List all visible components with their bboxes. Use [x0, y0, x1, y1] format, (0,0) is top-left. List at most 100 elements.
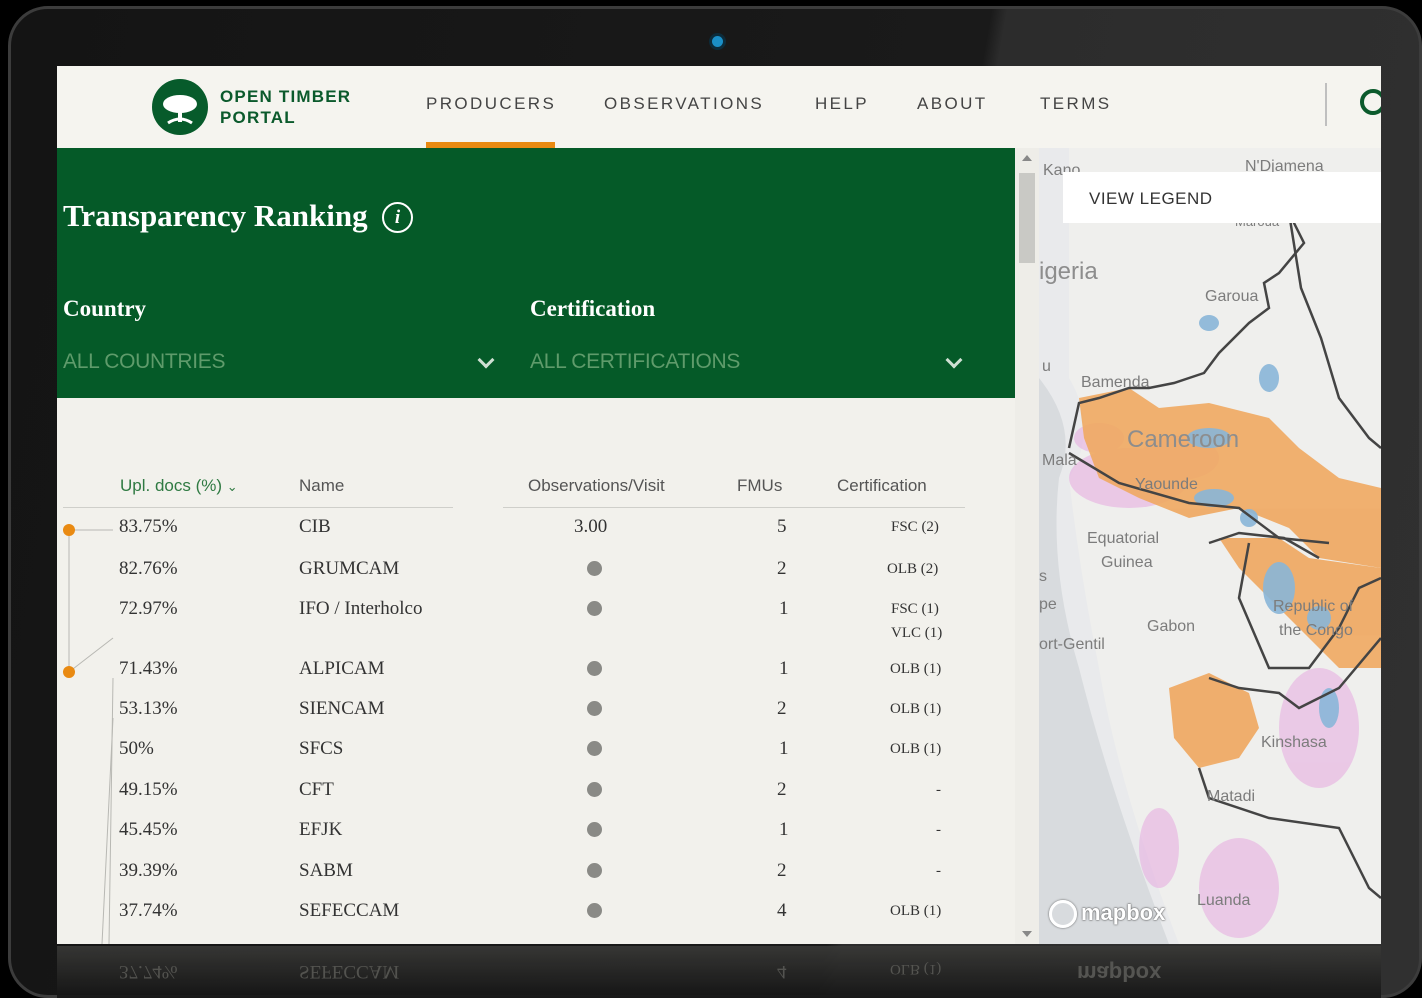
fmus-value: 2: [777, 860, 787, 881]
mapbox-logo-icon: [1049, 900, 1077, 929]
producer-name[interactable]: CIB: [299, 516, 331, 538]
observations-dot-icon: [587, 863, 602, 878]
upl-docs-value: 72.97%: [119, 598, 178, 619]
map-label-guinea: Guinea: [1101, 554, 1153, 571]
producer-name[interactable]: SEFECCAM: [299, 900, 399, 922]
nav-help[interactable]: HELP: [815, 94, 869, 114]
map-label-the-congo: the Congo: [1279, 622, 1353, 639]
country-select[interactable]: ALL COUNTRIES: [63, 350, 226, 374]
upl-docs-value: 71.43%: [119, 658, 178, 679]
tree-logo-icon[interactable]: [152, 79, 208, 135]
table-row[interactable]: 72.97% IFO / Interholco 1 FSC (1) VLC (1…: [57, 598, 1015, 658]
brand-name[interactable]: OPEN TIMBER PORTAL: [220, 86, 351, 128]
table-row[interactable]: 71.43% ALPICAM 1 OLB (1): [57, 658, 1015, 698]
table-row[interactable]: 49.15% CFT 2 -: [57, 779, 1015, 819]
producer-name[interactable]: CFT: [299, 779, 334, 801]
certification-value: OLB (1): [890, 903, 942, 919]
table-row[interactable]: 50% SFCS 1 OLB (1): [57, 738, 1015, 778]
certification-value: -: [936, 863, 941, 879]
producer-name[interactable]: ALPICAM: [299, 658, 385, 680]
reflection-mapbox: mapbox: [1077, 961, 1162, 986]
chevron-down-icon[interactable]: [477, 351, 495, 369]
upl-docs-value: 39.39%: [119, 860, 178, 881]
search-icon[interactable]: [1360, 89, 1381, 115]
map-label-malabo: Mala: [1042, 452, 1077, 469]
screen: OPEN TIMBER PORTAL PRODUCERS OBSERVATION…: [57, 66, 1381, 944]
column-header-name[interactable]: Name: [299, 476, 344, 496]
nav-terms[interactable]: TERMS: [1040, 94, 1112, 114]
map-view[interactable]: Kano N'Djamena Maroua igeria Garoua u Ba…: [1039, 148, 1381, 944]
certification-value: FSC (1): [891, 601, 939, 617]
producer-name[interactable]: SFCS: [299, 738, 343, 760]
map-label-bamenda: Bamenda: [1081, 374, 1150, 391]
nav-producers[interactable]: PRODUCERS: [426, 94, 556, 114]
country-label: Country: [63, 296, 147, 321]
header-divider: [503, 507, 965, 508]
upl-docs-value: 53.13%: [119, 698, 178, 719]
map-label-equatorial: Equatorial: [1087, 530, 1160, 547]
producer-name[interactable]: GRUMCAM: [299, 558, 399, 580]
brand-line-1: OPEN TIMBER: [220, 87, 352, 106]
column-header-observations[interactable]: Observations/Visit: [528, 476, 665, 496]
fmus-value: 2: [777, 698, 787, 719]
upl-docs-value: 45.45%: [119, 819, 178, 840]
producer-name[interactable]: EFJK: [299, 819, 342, 841]
page-title: Transparency Ranking: [63, 198, 368, 233]
table-row[interactable]: 39.39% SABM 2 -: [57, 860, 1015, 900]
map-label-luanda: Luanda: [1197, 892, 1251, 909]
certification-value: -: [936, 782, 941, 798]
column-header-upl-docs[interactable]: Upl. docs (%) ⌄: [120, 476, 238, 496]
fmus-value: 2: [777, 779, 787, 800]
upl-docs-header-label: Upl. docs (%): [120, 476, 223, 495]
table-row[interactable]: 45.45% EFJK 1 -: [57, 819, 1015, 859]
mapbox-logo[interactable]: mapbox: [1049, 900, 1165, 929]
observations-dot-icon: [587, 701, 602, 716]
scrollbar[interactable]: [1015, 148, 1039, 944]
map-label-pe: pe: [1039, 596, 1057, 613]
screen-reflection: 37.74% SEFECCAM 4 OLB (1) mapbox: [57, 946, 1381, 998]
producer-name[interactable]: IFO / Interholco: [299, 598, 422, 620]
column-header-certification[interactable]: Certification: [837, 476, 927, 496]
certification-value: OLB (1): [890, 741, 942, 757]
column-header-fmus[interactable]: FMUs: [737, 476, 782, 496]
fmus-value: 1: [779, 658, 789, 679]
scroll-down-arrow-icon[interactable]: [1022, 931, 1032, 937]
filters-panel: Transparency Ranking i Country ALL COUNT…: [57, 148, 1015, 398]
producer-name[interactable]: SABM: [299, 860, 353, 882]
observations-dot-icon: [587, 822, 602, 837]
map-label-matadi: Matadi: [1207, 788, 1256, 805]
certification-value: OLB (2): [887, 561, 939, 577]
fmus-value: 4: [777, 900, 787, 921]
nav-about[interactable]: ABOUT: [917, 94, 988, 114]
map-label-kinshasa: Kinshasa: [1261, 734, 1327, 751]
reflection-name: SEFECCAM: [299, 961, 400, 982]
observations-dot-icon: [587, 782, 602, 797]
nav-observations[interactable]: OBSERVATIONS: [604, 94, 764, 114]
certification-label: Certification: [530, 296, 656, 321]
map-label-cameroon: Cameroon: [1127, 426, 1240, 453]
view-legend-button[interactable]: VIEW LEGEND: [1063, 172, 1381, 223]
map-label-garoua: Garoua: [1205, 288, 1259, 305]
table-row[interactable]: 37.74% SEFECCAM 4 OLB (1): [57, 900, 1015, 940]
scroll-up-arrow-icon[interactable]: [1022, 155, 1032, 161]
upl-docs-value: 37.74%: [119, 900, 178, 921]
upl-docs-value: 50%: [119, 738, 154, 759]
map-label-yaounde: Yaounde: [1135, 476, 1198, 493]
brand-line-2: PORTAL: [220, 108, 296, 127]
site-header: OPEN TIMBER PORTAL PRODUCERS OBSERVATION…: [57, 66, 1381, 148]
certification-select[interactable]: ALL CERTIFICATIONS: [530, 350, 740, 374]
reflection-upl: 37.74%: [119, 961, 178, 982]
scrollbar-thumb[interactable]: [1019, 173, 1035, 263]
table-row[interactable]: 82.76% GRUMCAM 2 OLB (2): [57, 558, 1015, 598]
table-row[interactable]: 83.75% CIB 3.00 5 FSC (2): [57, 516, 1015, 556]
chevron-down-icon[interactable]: [945, 351, 963, 369]
table-row[interactable]: 53.13% SIENCAM 2 OLB (1): [57, 698, 1015, 738]
upl-docs-value: 49.15%: [119, 779, 178, 800]
fmus-value: 1: [779, 738, 789, 759]
producer-name[interactable]: SIENCAM: [299, 698, 385, 720]
map-label-republic-of: Republic of: [1273, 598, 1354, 615]
info-icon[interactable]: i: [382, 202, 413, 233]
fmus-value: 1: [779, 598, 789, 619]
observations-dot-icon: [587, 561, 602, 576]
sort-chevron-icon[interactable]: ⌄: [227, 479, 238, 494]
